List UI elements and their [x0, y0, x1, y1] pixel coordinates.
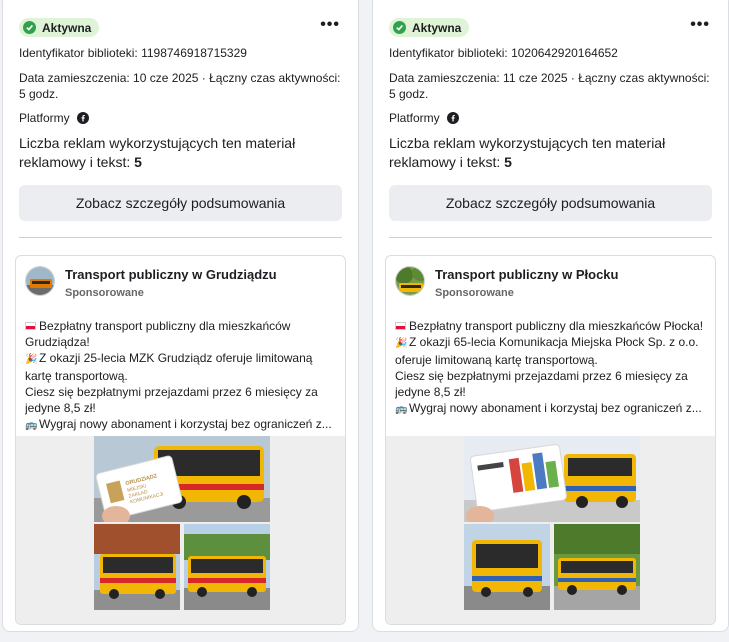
divider [389, 237, 712, 238]
sponsored-label: Sponsorowane [435, 287, 514, 299]
poland-flag-icon [395, 322, 406, 330]
ad-image-bus-1[interactable] [464, 524, 550, 610]
ad-text: Bezpłatny transport publiczny dla mieszk… [395, 318, 709, 418]
page-header: Transport publiczny w Grudziądzu Sponsor… [25, 266, 277, 299]
ad-image-bus-1[interactable] [94, 524, 180, 610]
page-header: Transport publiczny w Płocku Sponsorowan… [395, 266, 618, 299]
page-name[interactable]: Transport publiczny w Grudziądzu [65, 266, 277, 283]
summary-details-button[interactable]: Zobacz szczegóły podsumowania [19, 185, 342, 221]
party-popper-icon: 🎉 [25, 354, 38, 365]
ad-line-2: Z okazji 25-lecia MZK Grudziądz oferuje … [25, 351, 313, 383]
facebook-icon [446, 112, 459, 124]
ads-count: Liczba reklam wykorzystujących ten mater… [389, 134, 708, 172]
status-label: Aktywna [42, 20, 92, 35]
platforms-row: Platformy [389, 110, 712, 126]
ads-count-value: 5 [504, 154, 512, 170]
sponsored-label: Sponsorowane [65, 287, 144, 299]
summary-details-button[interactable]: Zobacz szczegóły podsumowania [389, 185, 712, 221]
bus-icon: 🚌 [25, 420, 38, 431]
ad-line-4: Wygraj nowy abonament i korzystaj bez og… [39, 417, 332, 431]
ad-image-main[interactable]: GRUDZIĄDZ MIEJSKI ZAKŁAD KOMUNIKACJI [94, 436, 270, 522]
publish-date: Data zamieszczenia: 11 cze 2025 · Łączny… [389, 71, 710, 101]
ad-line-4: Wygraj nowy abonament i korzystaj bez og… [409, 401, 702, 415]
page-name[interactable]: Transport publiczny w Płocku [435, 266, 618, 283]
facebook-icon [76, 112, 89, 124]
platforms-label: Platformy [19, 111, 70, 125]
divider [19, 237, 342, 238]
ads-count: Liczba reklam wykorzystujących ten mater… [19, 134, 338, 172]
ad-line-3: Ciesz się bezpłatnymi przejazdami przez … [25, 385, 318, 415]
status-label: Aktywna [412, 20, 462, 35]
platforms-label: Platformy [389, 111, 440, 125]
ad-text: Bezpłatny transport publiczny dla mieszk… [25, 318, 339, 434]
ad-line-2: Z okazji 65-lecia Komunikacja Miejska Pł… [395, 335, 699, 367]
check-circle-icon [393, 21, 406, 34]
library-id: Identyfikator biblioteki: 10206429201646… [389, 46, 618, 60]
more-options-icon[interactable]: ••• [690, 17, 710, 33]
ad-image-gallery [386, 436, 715, 624]
bus-icon: 🚌 [395, 404, 408, 415]
ads-count-value: 5 [134, 154, 142, 170]
check-circle-icon [23, 21, 36, 34]
status-badge: Aktywna [19, 18, 100, 37]
page-avatar[interactable] [25, 266, 55, 296]
ad-line-3: Ciesz się bezpłatnymi przejazdami przez … [395, 369, 688, 399]
library-id: Identyfikator biblioteki: 11987469187153… [19, 46, 247, 60]
platforms-row: Platformy [19, 110, 342, 126]
party-popper-icon: 🎉 [395, 338, 408, 349]
ads-count-text: Liczba reklam wykorzystujących ten mater… [389, 135, 666, 170]
ad-image-main[interactable] [464, 436, 640, 522]
status-badge: Aktywna [389, 18, 470, 37]
page-avatar[interactable] [395, 266, 425, 296]
ad-card: Aktywna ••• Identyfikator biblioteki: 10… [372, 0, 729, 632]
ad-preview: Transport publiczny w Grudziądzu Sponsor… [15, 255, 346, 625]
ad-card: Aktywna ••• Identyfikator biblioteki: 11… [2, 0, 359, 632]
ads-count-text: Liczba reklam wykorzystujących ten mater… [19, 135, 296, 170]
ad-image-gallery: GRUDZIĄDZ MIEJSKI ZAKŁAD KOMUNIKACJI [16, 436, 345, 624]
publish-date: Data zamieszczenia: 10 cze 2025 · Łączny… [19, 71, 341, 101]
ad-image-bus-2[interactable] [184, 524, 270, 610]
more-options-icon[interactable]: ••• [320, 17, 340, 33]
ad-line-1: Bezpłatny transport publiczny dla mieszk… [25, 319, 291, 349]
poland-flag-icon [25, 322, 36, 330]
ad-image-bus-2[interactable] [554, 524, 640, 610]
ad-preview: Transport publiczny w Płocku Sponsorowan… [385, 255, 716, 625]
ad-line-1: Bezpłatny transport publiczny dla mieszk… [409, 319, 704, 333]
